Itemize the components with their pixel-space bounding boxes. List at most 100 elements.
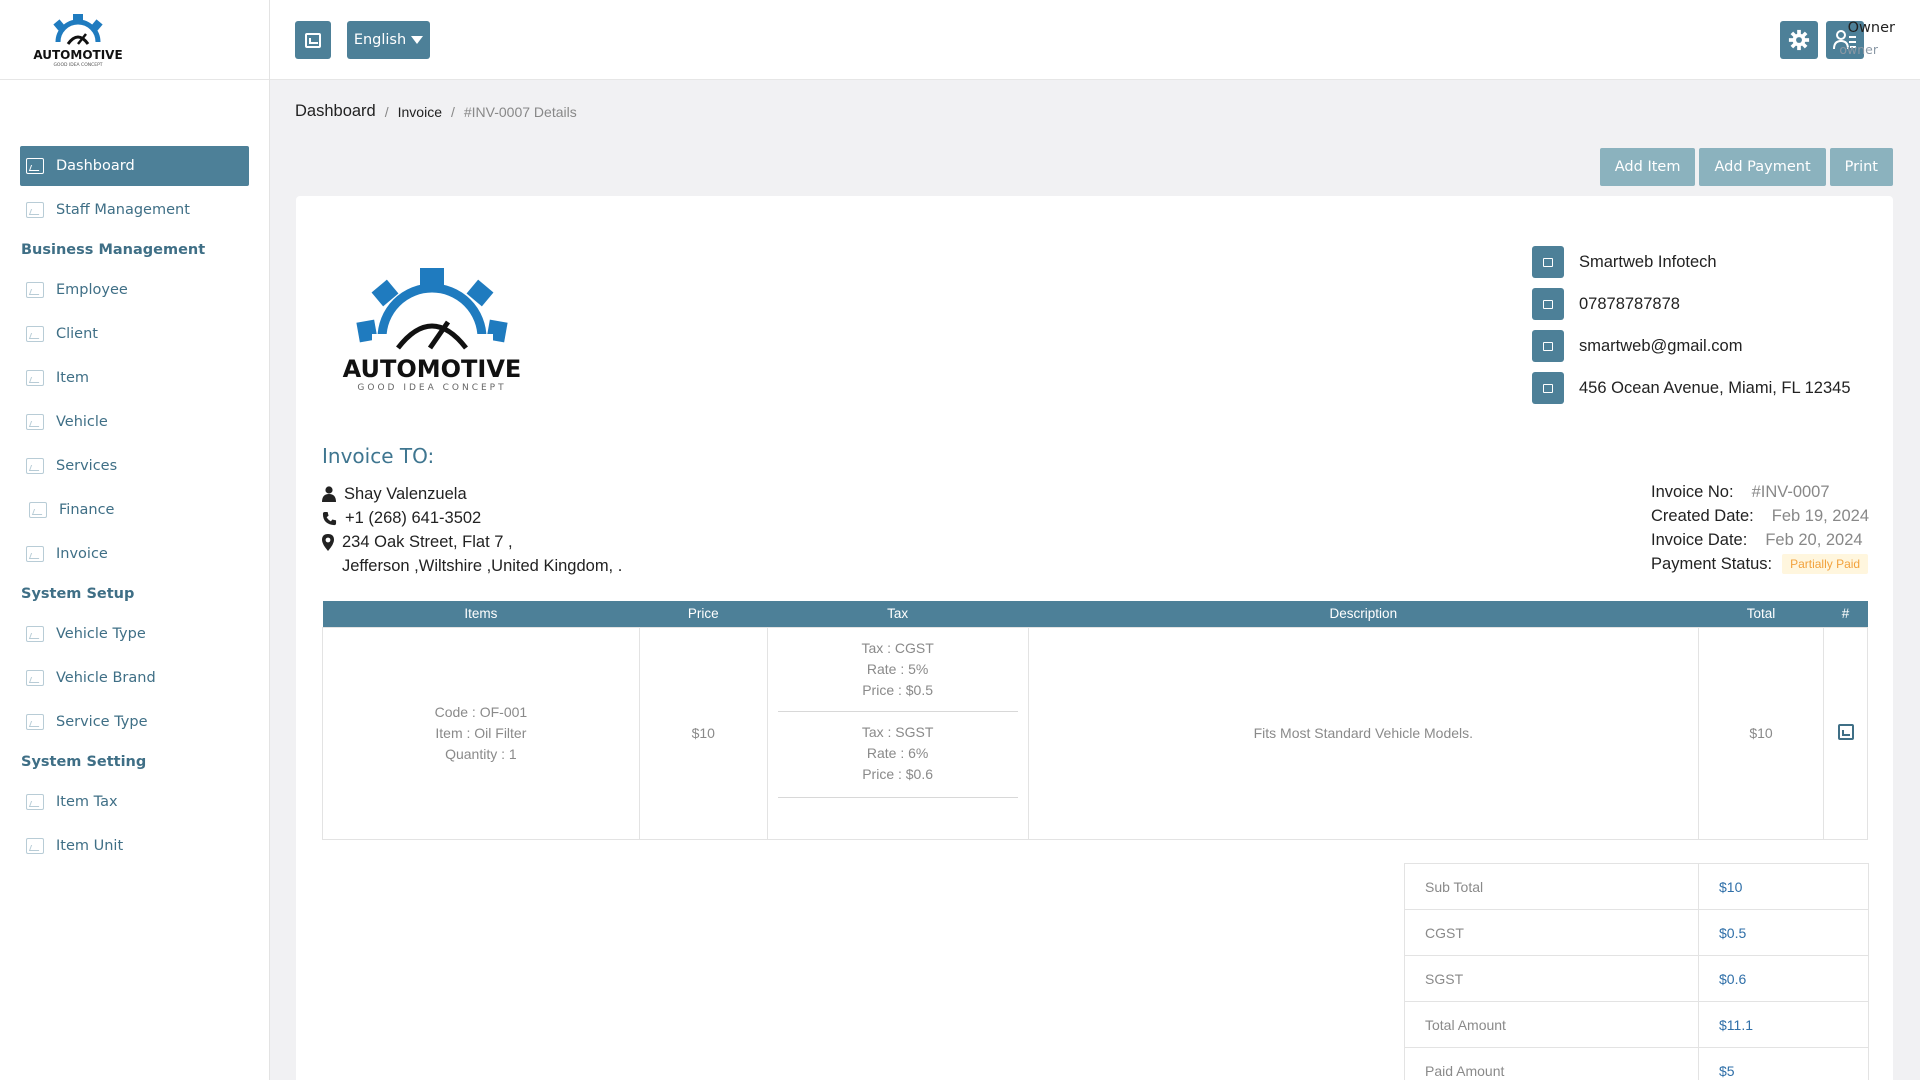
brand-logo[interactable]: AUTOMOTIVE GOOD IDEA CONCEPT — [0, 0, 269, 80]
company-address: 456 Ocean Avenue, Miami, FL 12345 — [1579, 378, 1851, 397]
add-item-button[interactable]: Add Item — [1599, 148, 1696, 186]
breadcrumb-invoice[interactable]: Invoice — [398, 104, 442, 120]
image-icon — [26, 414, 44, 430]
add-payment-button[interactable]: Add Payment — [1699, 148, 1826, 186]
description-cell: Fits Most Standard Vehicle Models. — [1027, 626, 1700, 840]
language-select[interactable]: English — [347, 21, 430, 59]
sidebar-item-vehicle-brand[interactable]: Vehicle Brand — [20, 658, 249, 698]
user-role: owner — [1839, 42, 1878, 57]
sidebar-item-label: Vehicle Type — [56, 626, 146, 642]
table-header-row: Items Price Tax Description Total # — [322, 601, 1868, 627]
email-icon — [1532, 330, 1564, 362]
client-address-row: 234 Oak Street, Flat 7 , — [322, 530, 622, 554]
item-name: Item : Oil Filter — [435, 724, 527, 741]
image-icon — [26, 794, 44, 810]
sidebar-item-label: Finance — [59, 502, 115, 518]
sidebar-item-dashboard[interactable]: Dashboard — [20, 146, 249, 186]
sidebar-item-employee[interactable]: Employee — [20, 270, 249, 310]
svg-text:AUTOMOTIVE: AUTOMOTIVE — [343, 355, 522, 383]
section-system-setup: System Setup — [21, 586, 135, 602]
svg-text:GOOD IDEA CONCEPT: GOOD IDEA CONCEPT — [53, 62, 102, 68]
invoice-to-heading: Invoice TO: — [322, 444, 435, 468]
item-quantity: Quantity : 1 — [445, 745, 517, 762]
image-icon — [26, 670, 44, 686]
client-phone-row: +1 (268) 641-3502 — [322, 506, 622, 530]
total-cell: $10 — [1698, 626, 1824, 840]
company-address-row: 456 Ocean Avenue, Miami, FL 12345 — [1532, 372, 1868, 404]
phone-icon — [1532, 288, 1564, 320]
sidebar-item-finance[interactable]: Finance — [20, 490, 249, 530]
tax-entry: Tax : CGST Rate : 5% Price : $0.5 — [777, 628, 1018, 712]
company-email-row: smartweb@gmail.com — [1532, 330, 1868, 362]
table-row: Code : OF-001 Item : Oil Filter Quantity… — [322, 626, 1868, 840]
breadcrumb-separator: / — [450, 103, 455, 120]
sidebar-toggle-button[interactable] — [295, 21, 331, 59]
subtotal-value: $10 — [1698, 863, 1869, 910]
caret-down-icon — [411, 36, 424, 44]
building-icon — [1532, 246, 1564, 278]
sidebar-item-item-tax[interactable]: Item Tax — [20, 782, 249, 822]
tax-rate: Rate : 6% — [866, 744, 929, 761]
paid-amount-value: $5 — [1698, 1047, 1869, 1080]
company-info: Smartweb Infotech 07878787878 smartweb@g… — [1532, 246, 1868, 414]
tax-rate: Rate : 5% — [866, 660, 929, 677]
sidebar-item-service-type[interactable]: Service Type — [20, 702, 249, 742]
totals-row: Paid Amount $5 — [1404, 1047, 1869, 1080]
col-items: Items — [322, 601, 640, 627]
total-amount-label: Total Amount — [1404, 1001, 1699, 1048]
col-action: # — [1823, 601, 1868, 627]
totals-row: SGST $0.6 — [1404, 955, 1869, 1002]
settings-button[interactable] — [1780, 21, 1818, 59]
image-icon — [26, 202, 44, 218]
image-icon — [26, 838, 44, 854]
image-icon — [26, 158, 44, 174]
totals-row: Total Amount $11.1 — [1404, 1001, 1869, 1048]
action-bar: Add Item Add Payment Print — [1599, 148, 1893, 186]
sidebar-item-vehicle-type[interactable]: Vehicle Type — [20, 614, 249, 654]
image-icon — [26, 714, 44, 730]
print-button[interactable]: Print — [1829, 148, 1893, 186]
col-description: Description — [1028, 601, 1699, 627]
sidebar-item-label: Invoice — [56, 546, 108, 562]
company-phone: 07878787878 — [1579, 294, 1680, 313]
client-address-line1: 234 Oak Street, Flat 7 , — [342, 532, 513, 551]
created-date-label: Created Date: — [1651, 506, 1754, 525]
image-icon[interactable] — [1837, 723, 1854, 740]
company-name: Smartweb Infotech — [1579, 252, 1717, 271]
sgst-value: $0.6 — [1698, 955, 1869, 1002]
col-tax: Tax — [767, 601, 1029, 627]
sidebar-item-label: Vehicle Brand — [56, 670, 156, 686]
client-info: Shay Valenzuela +1 (268) 641-3502 234 Oa… — [322, 482, 622, 578]
sidebar-item-label: Item Unit — [56, 838, 124, 854]
cgst-value: $0.5 — [1698, 909, 1869, 956]
sidebar-item-services[interactable]: Services — [20, 446, 249, 486]
subtotal-label: Sub Total — [1404, 863, 1699, 910]
top-header: English Owner owner — [270, 0, 1920, 80]
sidebar-item-label: Staff Management — [56, 202, 190, 218]
sidebar-item-invoice[interactable]: Invoice — [20, 534, 249, 574]
sidebar-item-label: Item Tax — [56, 794, 118, 810]
gear-icon — [1788, 29, 1810, 51]
user-name[interactable]: Owner — [1848, 20, 1895, 36]
payment-status-row: Payment Status: Partially Paid — [1651, 552, 1869, 576]
svg-text:AUTOMOTIVE: AUTOMOTIVE — [33, 48, 122, 62]
action-cell — [1823, 626, 1868, 840]
invoice-no-row: Invoice No: #INV-0007 — [1651, 480, 1869, 504]
breadcrumb-dashboard[interactable]: Dashboard — [295, 102, 376, 121]
sidebar-item-vehicle[interactable]: Vehicle — [20, 402, 249, 442]
sidebar-item-item[interactable]: Item — [20, 358, 249, 398]
sidebar-item-label: Dashboard — [56, 158, 135, 174]
sidebar-item-label: Service Type — [56, 714, 148, 730]
sidebar-item-label: Client — [56, 326, 98, 342]
tax-price: Price : $0.6 — [862, 765, 934, 782]
image-icon — [26, 626, 44, 642]
sidebar-item-client[interactable]: Client — [20, 314, 249, 354]
section-system-setting: System Setting — [21, 754, 147, 770]
item-code: Code : OF-001 — [434, 703, 528, 720]
sidebar-item-staff-management[interactable]: Staff Management — [20, 190, 249, 230]
sidebar-item-item-unit[interactable]: Item Unit — [20, 826, 249, 866]
sgst-label: SGST — [1404, 955, 1699, 1002]
company-email: smartweb@gmail.com — [1579, 336, 1743, 355]
total-amount-value: $11.1 — [1698, 1001, 1869, 1048]
image-icon — [26, 282, 44, 298]
